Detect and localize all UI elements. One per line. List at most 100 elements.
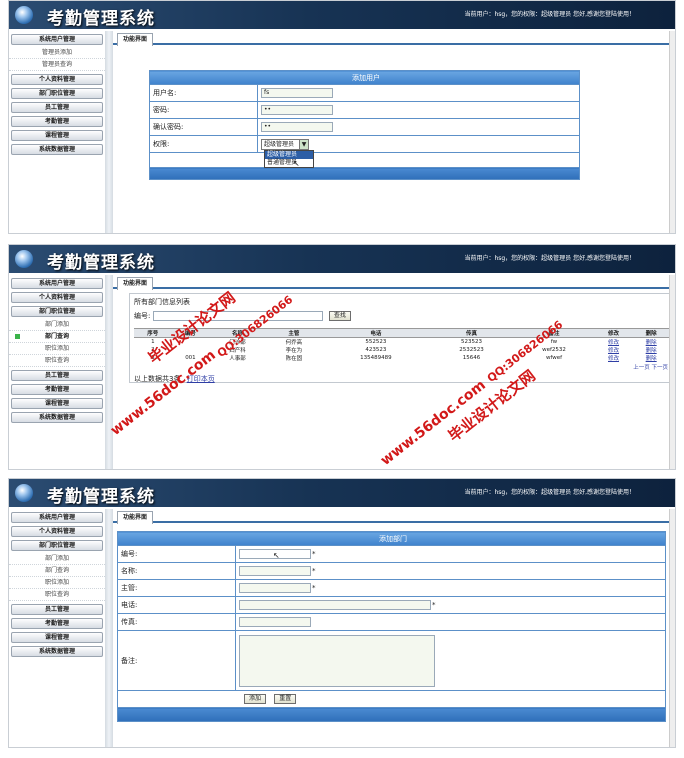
sidebar-item-departments[interactable]: 部门职位管理 (11, 540, 103, 551)
search-input[interactable] (152, 311, 323, 321)
edit-link[interactable]: 修改 (595, 338, 633, 346)
sidebar-item-profile[interactable]: 个人资料管理 (11, 526, 103, 537)
mouse-cursor-icon: ↖ (273, 551, 280, 560)
sidebar-item-position-add[interactable]: 职位添加 (9, 577, 105, 589)
search-button[interactable]: 查找 (328, 311, 351, 321)
sidebar-item-dept-query[interactable]: 部门查询 (9, 565, 105, 577)
table-cell: 人事部 (229, 356, 246, 362)
sidebar-item-employees[interactable]: 员工管理 (11, 370, 103, 381)
sidebar-item-system-data[interactable]: 系统数据管理 (11, 412, 103, 423)
content-scrollbar[interactable] (669, 275, 675, 469)
sidebar-item-admin-query[interactable]: 管理员查询 (9, 59, 105, 71)
sidebar-item-profile[interactable]: 个人资料管理 (11, 74, 103, 85)
table-cell: 1 (151, 339, 155, 345)
sidebar-splitter[interactable] (105, 509, 113, 747)
sidebar-item-position-add[interactable]: 职位添加 (9, 343, 105, 355)
col-header: 电话 (322, 328, 430, 338)
confirm-password-input[interactable]: •• (261, 122, 333, 132)
table-row: 1 门诊部 何乔高 552523 523523 fw 修改 删除 (134, 338, 670, 347)
active-marker-icon (15, 334, 20, 339)
table-cell: 2 (151, 347, 155, 353)
table-cell: 2532523 (459, 347, 484, 353)
delete-link[interactable]: 删除 (632, 346, 670, 354)
print-link[interactable]: 打印本页 (187, 375, 215, 383)
required-mark: * (312, 584, 316, 592)
form-footer-bar (149, 167, 580, 180)
table-row: 3 001 人事部 陈在固 135489489 15646 wfwef 修改 删… (134, 354, 670, 362)
table-cell: fw (550, 339, 558, 345)
sidebar-item-system-users[interactable]: 系统用户管理 (11, 34, 103, 45)
prev-page-link[interactable]: 上一页 (633, 365, 650, 371)
username-input[interactable]: fs (261, 88, 333, 98)
sidebar-item-position-query[interactable]: 职位查询 (9, 355, 105, 367)
content-scrollbar[interactable] (669, 509, 675, 747)
sidebar-item-dept-add[interactable]: 部门添加 (9, 553, 105, 565)
chevron-down-icon[interactable]: ▼ (299, 139, 308, 149)
fax-input[interactable] (239, 617, 311, 627)
add-user-form: 添加用户 用户名: fs 密码: •• 确认密码: •• 权限: 超级管理员 ▼ (149, 70, 580, 180)
sidebar-item-system-users[interactable]: 系统用户管理 (11, 278, 103, 289)
phone-label: 电话: (117, 596, 236, 614)
required-mark: * (312, 567, 316, 575)
permission-option-normal[interactable]: 普通管理员 (265, 159, 313, 167)
phone-input[interactable] (239, 600, 431, 610)
logo-icon (15, 484, 33, 502)
sidebar-item-profile[interactable]: 个人资料管理 (11, 292, 103, 303)
sidebar-item-admin-add[interactable]: 管理员添加 (9, 47, 105, 59)
delete-link[interactable]: 删除 (632, 338, 670, 346)
mouse-cursor-icon: ↖ (293, 159, 300, 168)
sidebar-item-courses[interactable]: 课程管理 (11, 130, 103, 141)
table-cell: 523523 (460, 339, 482, 345)
sidebar-item-system-data[interactable]: 系统数据管理 (11, 646, 103, 657)
sidebar-item-courses[interactable]: 课程管理 (11, 632, 103, 643)
delete-link[interactable]: 删除 (632, 354, 670, 362)
tab-function[interactable]: 功能界面 (117, 33, 154, 46)
sidebar-item-system-data[interactable]: 系统数据管理 (11, 144, 103, 155)
table-cell: 552523 (365, 339, 387, 345)
password-input[interactable]: •• (261, 105, 333, 115)
sidebar-splitter[interactable] (105, 275, 113, 469)
sidebar-item-employees[interactable]: 员工管理 (11, 604, 103, 615)
sidebar-splitter[interactable] (105, 31, 113, 233)
sidebar-item-dept-add[interactable]: 部门添加 (9, 319, 105, 331)
name-input[interactable] (239, 566, 311, 576)
permission-select[interactable]: 超级管理员 ▼ (261, 138, 309, 150)
edit-link[interactable]: 修改 (595, 346, 633, 354)
search-label: 编号: (134, 312, 151, 320)
tab-function[interactable]: 功能界面 (117, 277, 154, 290)
sidebar-item-position-query[interactable]: 职位查询 (9, 589, 105, 601)
sidebar-item-departments[interactable]: 部门职位管理 (11, 88, 103, 99)
table-cell: 423523 (365, 347, 387, 353)
next-page-link[interactable]: 下一页 (651, 365, 668, 371)
sidebar-item-dept-query[interactable]: 部门查询 (9, 331, 105, 343)
required-mark: * (312, 550, 316, 558)
app-title: 考勤管理系统 (47, 253, 155, 273)
table-row: 2 妇产科 李在为 423523 2532523 wef2532 修改 删除 (134, 346, 670, 354)
sidebar-item-courses[interactable]: 课程管理 (11, 398, 103, 409)
remark-textarea[interactable] (239, 634, 435, 687)
tab-function[interactable]: 功能界面 (117, 511, 154, 524)
confirm-password-label: 确认密码: (149, 118, 258, 136)
name-label: 名称: (117, 562, 236, 580)
add-button[interactable]: 添加 (244, 694, 267, 704)
sidebar-item-departments[interactable]: 部门职位管理 (11, 306, 103, 317)
sidebar-item-attendance[interactable]: 考勤管理 (11, 384, 103, 395)
form-title: 添加用户 (149, 70, 580, 85)
edit-link[interactable]: 修改 (595, 354, 633, 362)
sidebar-item-attendance[interactable]: 考勤管理 (11, 618, 103, 629)
app-header: 考勤管理系统 当前用户：hsg，您的权限：超级管理员 您好,感谢您登陆使用！ (9, 479, 675, 507)
id-label: 编号: (117, 545, 236, 563)
sidebar-item-employees[interactable]: 员工管理 (11, 102, 103, 113)
reset-button[interactable]: 重置 (274, 694, 297, 704)
col-header: 主管 (265, 328, 323, 338)
app-title: 考勤管理系统 (47, 487, 155, 507)
table-cell (172, 346, 210, 354)
content-scrollbar[interactable] (669, 31, 675, 233)
sidebar-item-attendance[interactable]: 考勤管理 (11, 116, 103, 127)
table-cell (172, 338, 210, 347)
manager-input[interactable] (239, 583, 311, 593)
sidebar-item-system-users[interactable]: 系统用户管理 (11, 512, 103, 523)
permission-option-super[interactable]: 超级管理员 (265, 151, 313, 159)
col-header: 序号 (134, 328, 172, 338)
form-empty-row (149, 152, 580, 168)
